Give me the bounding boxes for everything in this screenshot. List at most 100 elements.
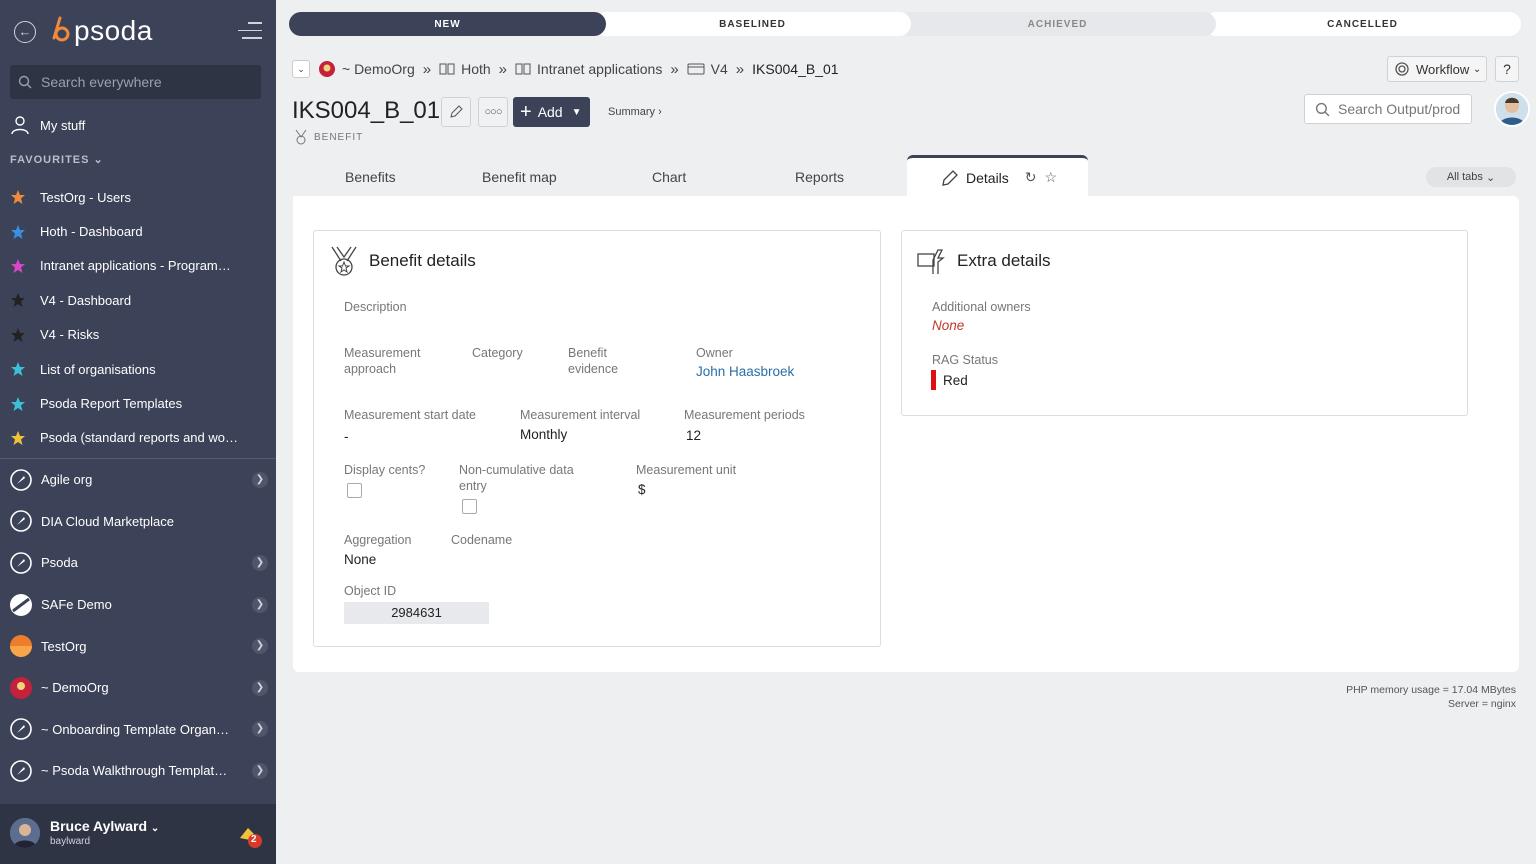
owner-link[interactable]: John Haasbroek — [696, 364, 794, 379]
aggregation-label: Aggregation — [344, 533, 412, 547]
summary-link[interactable]: Summary › — [608, 106, 662, 118]
favourites-list: TestOrg - Users Hoth - Dashboard Intranet … — [10, 180, 260, 455]
add-button[interactable]: + Add ▼ — [513, 97, 590, 127]
favourite-label: V4 - Risks — [40, 327, 100, 343]
back-icon[interactable]: ← — [14, 21, 36, 43]
rag-status-value: Red — [943, 373, 968, 388]
breadcrumb-hoth[interactable]: Hoth — [461, 61, 491, 77]
breadcrumb-v4[interactable]: V4 — [711, 61, 728, 77]
favourite-item[interactable]: TestOrg - Users — [10, 180, 260, 214]
breadcrumb-separator: » — [735, 60, 745, 78]
tab-details[interactable]: Details ↻ ☆ — [907, 155, 1088, 197]
stage-new[interactable]: NEW — [289, 12, 606, 36]
favourite-item[interactable]: V4 - Risks — [10, 318, 260, 352]
favourite-label: List of organisations — [40, 361, 156, 377]
add-label: Add — [537, 104, 563, 120]
chevron-right-icon[interactable]: ❯ — [252, 554, 268, 571]
tab-reports[interactable]: Reports — [795, 169, 844, 185]
favourite-item[interactable]: Psoda (standard reports and work... — [10, 421, 260, 455]
user-icon — [11, 116, 29, 135]
star-icon — [11, 258, 25, 273]
organisation-item[interactable]: DIA Cloud Marketplace — [10, 501, 268, 543]
user-footer[interactable]: Bruce Aylward ⌄ baylward 2 — [0, 804, 276, 864]
medal-icon — [331, 246, 357, 276]
user-name[interactable]: Bruce Aylward ⌄ — [50, 818, 159, 834]
all-tabs-button[interactable]: All tabs ⌄ — [1426, 167, 1516, 187]
chevron-right-icon[interactable]: ❯ — [252, 471, 268, 488]
measurement-unit-value: $ — [638, 482, 646, 497]
demoorg-logo-icon — [318, 60, 336, 78]
breadcrumb-intranet-applications[interactable]: Intranet applications — [537, 61, 662, 77]
star-icon — [11, 362, 25, 377]
refresh-icon[interactable]: ↻ — [1025, 169, 1037, 186]
rag-status-indicator — [931, 370, 936, 390]
psoda-logo[interactable]: psoda — [50, 14, 153, 48]
non-cumulative-label: Non-cumulative data entry — [459, 463, 574, 493]
organisation-logo-icon — [10, 468, 32, 491]
codename-label: Codename — [451, 533, 513, 547]
favourite-item[interactable]: Psoda Report Templates — [10, 386, 260, 420]
chevron-right-icon[interactable]: ❯ — [252, 596, 268, 613]
favourite-label: Intranet applications - Programme... — [40, 258, 240, 274]
psoda-logo-mark — [52, 16, 70, 42]
stage-achieved[interactable]: ACHIEVED — [899, 12, 1216, 36]
workflow-button[interactable]: Workflow ⌄ — [1387, 56, 1487, 82]
object-id-value: 2984631 — [344, 602, 489, 624]
help-button[interactable]: ? — [1495, 56, 1519, 82]
more-icon: ○○○ — [484, 106, 503, 118]
organisation-item[interactable]: ~ Onboarding Template Organisa... ❯ — [10, 709, 268, 751]
organisation-item[interactable]: SAFe Demo ❯ — [10, 584, 268, 626]
object-type: BENEFIT — [294, 129, 363, 145]
notifications-count: 2 — [251, 834, 257, 845]
tab-benefits[interactable]: Benefits — [345, 169, 396, 185]
organisation-item[interactable]: Agile org ❯ — [10, 459, 268, 501]
favourite-item[interactable]: Hoth - Dashboard — [10, 214, 260, 248]
collapse-menu-icon[interactable] — [238, 22, 262, 40]
organisation-label: Agile org — [41, 472, 93, 488]
non-cumulative-checkbox[interactable] — [462, 499, 477, 514]
favourite-item[interactable]: List of organisations — [10, 352, 260, 386]
wrench-icon — [917, 249, 945, 274]
search-icon — [18, 75, 32, 89]
measurement-periods-value: 12 — [686, 428, 702, 443]
breadcrumb-dropdown-icon[interactable]: ⌄ — [292, 60, 310, 78]
edit-button[interactable] — [441, 97, 471, 127]
more-options-button[interactable]: ○○○ — [478, 97, 508, 127]
favourite-item[interactable]: V4 - Dashboard — [10, 283, 260, 317]
star-icon[interactable]: ☆ — [1045, 169, 1058, 186]
organisation-label: DIA Cloud Marketplace — [41, 513, 174, 529]
star-icon — [11, 293, 25, 308]
stage-cancelled[interactable]: CANCELLED — [1204, 12, 1521, 36]
measurement-approach-label: Measurement approach — [344, 346, 421, 376]
tab-chart[interactable]: Chart — [652, 169, 686, 185]
chevron-right-icon[interactable]: ❯ — [252, 762, 268, 779]
pencil-icon — [942, 169, 958, 186]
organisation-label: ~ DemoOrg — [41, 680, 109, 696]
organisation-logo-icon — [10, 760, 32, 782]
user-avatar[interactable] — [1494, 91, 1530, 127]
avatar[interactable] — [10, 818, 40, 848]
search-everywhere-input[interactable]: Search everywhere — [10, 65, 261, 99]
measurement-interval-value: Monthly — [520, 427, 568, 442]
stage-baselined[interactable]: BASELINED — [594, 12, 911, 36]
chevron-right-icon[interactable]: ❯ — [252, 638, 268, 655]
organisation-item[interactable]: ~ Psoda Walkthrough Template P... ❯ — [10, 750, 268, 792]
search-output-input[interactable]: Search Output/prod — [1304, 94, 1472, 124]
my-stuff-link[interactable]: My stuff — [10, 114, 85, 136]
favourites-heading[interactable]: FAVOURITES ⌄ — [10, 153, 104, 166]
breadcrumb-demoorg[interactable]: ~ DemoOrg — [342, 61, 415, 77]
owner-label: Owner — [696, 346, 733, 360]
notifications-bell-icon[interactable]: 2 — [236, 822, 262, 848]
chevron-right-icon[interactable]: ❯ — [252, 721, 268, 738]
workflow-icon — [1395, 62, 1409, 76]
organisation-item[interactable]: TestOrg ❯ — [10, 625, 268, 667]
tab-benefit-map[interactable]: Benefit map — [482, 169, 557, 185]
chevron-right-icon[interactable]: ❯ — [252, 679, 268, 696]
organisation-item[interactable]: ~ DemoOrg ❯ — [10, 667, 268, 709]
measurement-periods-label: Measurement periods — [684, 408, 805, 422]
display-cents-checkbox[interactable] — [347, 483, 362, 498]
pencil-icon — [450, 105, 463, 118]
extra-details-heading: Extra details — [957, 251, 1051, 270]
favourite-item[interactable]: Intranet applications - Programme... — [10, 249, 260, 283]
organisation-item[interactable]: Psoda ❯ — [10, 542, 268, 584]
